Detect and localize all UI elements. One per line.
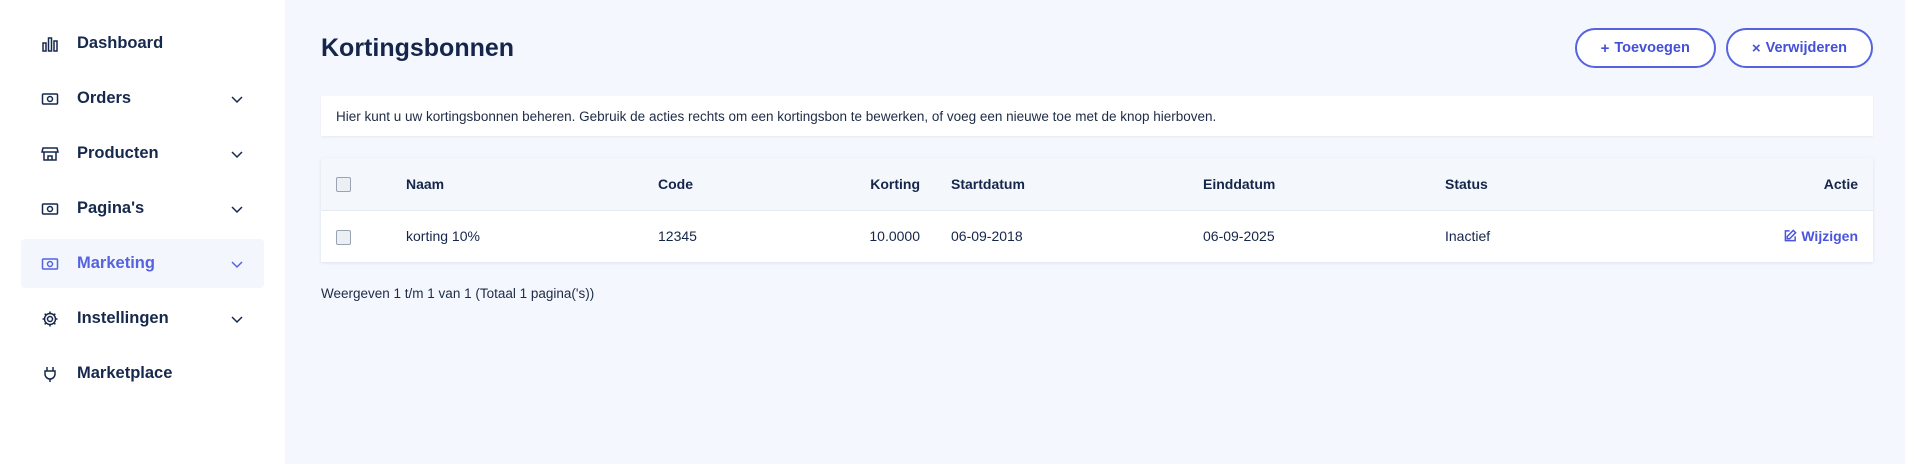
- cell-startdatum: 06-09-2018: [951, 228, 1023, 245]
- sidebar-item-label: Marketing: [77, 254, 155, 272]
- money-icon: [41, 90, 59, 108]
- info-banner: Hier kunt u uw kortingsbonnen beheren. G…: [321, 96, 1873, 136]
- edit-icon: [1784, 229, 1798, 242]
- row-checkbox[interactable]: [336, 229, 351, 245]
- table-header-row: Naam Code Korting Startdatum Einddatum S…: [321, 158, 1873, 210]
- store-icon: [41, 145, 59, 163]
- cell-code: 12345: [658, 228, 697, 245]
- column-header-einddatum[interactable]: Einddatum: [1202, 158, 1444, 210]
- sidebar: Dashboard Orders Producten Pagina's Mark…: [0, 0, 285, 464]
- edit-link[interactable]: Wijzigen: [1784, 228, 1858, 244]
- money-icon: [41, 255, 59, 273]
- gear-icon: [41, 310, 59, 328]
- sidebar-item-label: Orders: [77, 89, 132, 107]
- bar-chart-icon: [41, 35, 59, 53]
- coupons-table-card: Naam Code Korting Startdatum Einddatum S…: [321, 158, 1873, 262]
- sidebar-item-producten[interactable]: Producten: [21, 129, 264, 178]
- main-content: Kortingsbonnen + Toevoegen × Verwijderen…: [285, 0, 1905, 464]
- column-header-actie: Actie: [1823, 175, 1858, 192]
- sidebar-item-label: Instellingen: [77, 309, 169, 327]
- select-all-cell: [321, 158, 405, 210]
- sidebar-item-label: Pagina's: [77, 199, 145, 217]
- close-icon: ×: [1751, 39, 1761, 57]
- delete-button[interactable]: × Verwijderen: [1725, 28, 1873, 68]
- cell-status: Inactief: [1445, 228, 1491, 245]
- plug-icon: [41, 365, 59, 383]
- select-all-checkbox[interactable]: [336, 177, 351, 193]
- cell-korting: 10.0000: [869, 228, 920, 245]
- sidebar-item-label: Dashboard: [77, 34, 164, 52]
- sidebar-item-marketing[interactable]: Marketing: [21, 239, 264, 288]
- delete-button-label: Verwijderen: [1765, 40, 1847, 56]
- cell-actie: Wijzigen: [1592, 210, 1873, 262]
- cell-einddatum: 06-09-2025: [1203, 228, 1275, 245]
- cell-naam: korting 10%: [406, 228, 480, 245]
- chevron-down-icon[interactable]: [230, 147, 244, 161]
- money-icon: [41, 200, 59, 218]
- sidebar-item-paginas[interactable]: Pagina's: [21, 184, 264, 233]
- add-button[interactable]: + Toevoegen: [1574, 28, 1716, 68]
- pagination-info: Weergeven 1 t/m 1 van 1 (Totaal 1 pagina…: [321, 286, 595, 301]
- info-text: Hier kunt u uw kortingsbonnen beheren. G…: [336, 108, 1217, 124]
- column-header-status[interactable]: Status: [1444, 158, 1592, 210]
- column-header-korting[interactable]: Korting: [859, 158, 950, 210]
- plus-icon: +: [1600, 39, 1610, 57]
- column-header-naam[interactable]: Naam: [405, 158, 657, 210]
- add-button-label: Toevoegen: [1614, 40, 1690, 56]
- row-select-cell: [321, 210, 405, 262]
- page-header: Kortingsbonnen + Toevoegen × Verwijderen: [321, 0, 1873, 96]
- sidebar-item-instellingen[interactable]: Instellingen: [21, 294, 264, 343]
- sidebar-item-marketplace[interactable]: Marketplace: [21, 349, 264, 398]
- edit-link-label: Wijzigen: [1801, 227, 1858, 244]
- page-title: Kortingsbonnen: [321, 33, 515, 62]
- chevron-down-icon[interactable]: [230, 257, 244, 271]
- sidebar-item-label: Producten: [77, 144, 159, 162]
- sidebar-item-dashboard[interactable]: Dashboard: [21, 19, 264, 68]
- sidebar-item-label: Marketplace: [77, 364, 173, 382]
- column-header-startdatum[interactable]: Startdatum: [950, 158, 1202, 210]
- chevron-down-icon[interactable]: [230, 312, 244, 326]
- sidebar-item-orders[interactable]: Orders: [21, 74, 264, 123]
- coupons-table: Naam Code Korting Startdatum Einddatum S…: [321, 158, 1873, 262]
- column-header-code[interactable]: Code: [657, 158, 859, 210]
- chevron-down-icon[interactable]: [230, 202, 244, 216]
- table-row: korting 10% 12345 10.0000 06-09-2018 06-…: [321, 210, 1873, 262]
- chevron-down-icon[interactable]: [230, 92, 244, 106]
